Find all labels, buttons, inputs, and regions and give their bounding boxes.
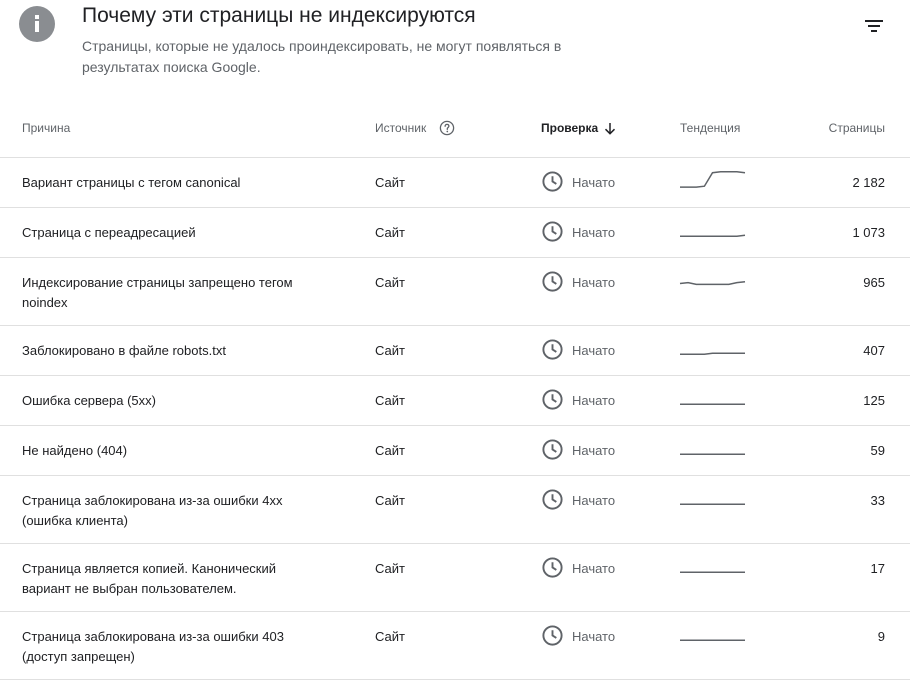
- status-cell: Начато: [572, 393, 616, 408]
- reason-cell: Страница является копией. Канонический в…: [22, 561, 277, 596]
- clock-icon: [542, 625, 563, 646]
- status-cell: Начато: [572, 275, 616, 290]
- trend-sparkline: [680, 571, 745, 573]
- clock-icon: [542, 389, 563, 410]
- reason-cell: Вариант страницы с тегом canonical: [22, 175, 241, 190]
- pages-cell: 59: [870, 443, 885, 458]
- sparkline-line: [679, 280, 746, 286]
- source-cell: Сайт: [375, 493, 405, 508]
- table-header: Причина Источник Проверка Тенденция Стра…: [0, 104, 910, 158]
- filter-icon: [865, 20, 883, 32]
- column-header-pages[interactable]: Страницы: [829, 121, 885, 135]
- trend-sparkline: [680, 171, 746, 188]
- pages-cell: 965: [863, 275, 885, 290]
- reason-cell: Страница заблокирована из-за ошибки 4xx …: [22, 493, 283, 528]
- table-row[interactable]: Страница заблокирована из-за ошибки 403 …: [0, 612, 910, 680]
- pages-cell: 17: [870, 561, 885, 576]
- source-cell: Сайт: [375, 225, 405, 240]
- reason-cell: Ошибка сервера (5xx): [22, 393, 156, 408]
- trend-sparkline: [680, 352, 745, 355]
- sparkline-line: [680, 352, 745, 355]
- clock-icon: [542, 439, 563, 460]
- reason-cell: Индексирование страницы запрещено тегом …: [22, 275, 293, 310]
- page-subtitle: Страницы, которые не удалось проиндексир…: [82, 38, 562, 75]
- clock-icon: [542, 171, 563, 192]
- table-row[interactable]: Ошибка сервера (5xx) Сайт Начато 125: [0, 376, 910, 426]
- pages-cell: 1 073: [852, 225, 885, 240]
- trend-sparkline: [680, 403, 745, 405]
- column-header-trend: Тенденция: [680, 121, 741, 135]
- source-cell: Сайт: [375, 343, 405, 358]
- status-cell: Начато: [572, 561, 616, 576]
- sparkline-line: [680, 234, 746, 237]
- pages-cell: 2 182: [852, 175, 885, 190]
- column-header-source[interactable]: Источник: [375, 121, 426, 135]
- trend-sparkline: [680, 639, 745, 641]
- info-icon: [19, 6, 55, 42]
- table-row[interactable]: Индексирование страницы запрещено тегом …: [0, 258, 910, 326]
- status-cell: Начато: [572, 343, 616, 358]
- page-title: Почему эти страницы не индексируются: [82, 4, 476, 27]
- clock-icon: [542, 339, 563, 360]
- status-cell: Начато: [572, 175, 616, 190]
- source-cell: Сайт: [375, 175, 405, 190]
- reason-cell: Не найдено (404): [22, 443, 128, 458]
- source-cell: Сайт: [375, 561, 405, 576]
- table-row[interactable]: Заблокировано в файле robots.txt Сайт На…: [0, 326, 910, 376]
- clock-icon: [542, 271, 563, 292]
- status-cell: Начато: [572, 493, 616, 508]
- pages-cell: 9: [877, 629, 885, 644]
- status-cell: Начато: [572, 225, 616, 240]
- source-cell: Сайт: [375, 443, 405, 458]
- reasons-table: Причина Источник Проверка Тенденция Стра…: [0, 104, 910, 680]
- status-cell: Начато: [572, 443, 616, 458]
- sparkline-line: [680, 171, 746, 188]
- arrow-down-icon[interactable]: [604, 122, 616, 135]
- clock-icon: [542, 557, 563, 578]
- table-row[interactable]: Вариант страницы с тегом canonical Сайт …: [0, 158, 910, 208]
- table-row[interactable]: Не найдено (404) Сайт Начато 59: [0, 426, 910, 476]
- source-cell: Сайт: [375, 393, 405, 408]
- trend-sparkline: [680, 453, 745, 455]
- clock-icon: [542, 489, 563, 510]
- clock-icon: [542, 221, 563, 242]
- trend-sparkline: [680, 503, 745, 505]
- help-icon[interactable]: [439, 120, 455, 136]
- filter-button[interactable]: [858, 12, 890, 40]
- reason-cell: Страница с переадресацией: [22, 225, 196, 240]
- source-cell: Сайт: [375, 629, 405, 644]
- column-header-reason[interactable]: Причина: [22, 121, 70, 135]
- source-cell: Сайт: [375, 275, 405, 290]
- pages-cell: 407: [863, 343, 885, 358]
- status-cell: Начато: [572, 629, 616, 644]
- pages-cell: 33: [870, 493, 885, 508]
- reason-cell: Заблокировано в файле robots.txt: [22, 343, 226, 358]
- trend-sparkline: [680, 234, 746, 237]
- table-row[interactable]: Страница заблокирована из-за ошибки 4xx …: [0, 476, 910, 544]
- table-row[interactable]: Страница с переадресацией Сайт Начато 1 …: [0, 208, 910, 258]
- trend-sparkline: [679, 280, 746, 286]
- pages-cell: 125: [863, 393, 885, 408]
- column-header-check[interactable]: Проверка: [541, 121, 598, 135]
- reason-cell: Страница заблокирована из-за ошибки 403 …: [22, 629, 284, 664]
- table-row[interactable]: Страница является копией. Канонический в…: [0, 544, 910, 612]
